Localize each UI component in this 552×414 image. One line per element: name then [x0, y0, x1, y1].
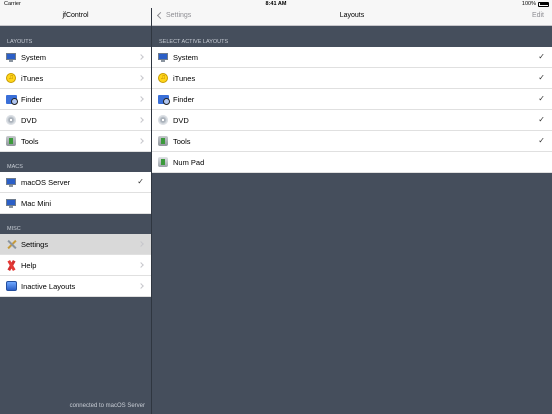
status-bar: Carrier 8:41 AM 100% — [0, 0, 552, 8]
sidebar-item-mac-mini[interactable]: Mac Mini — [0, 193, 151, 214]
layout-row-label: Finder — [173, 94, 195, 104]
checkmark-icon: ✓ — [538, 115, 545, 124]
status-time: 8:41 AM — [265, 1, 287, 7]
sidebar-item-settings[interactable]: Settings — [0, 234, 151, 255]
section-header-select-active-layouts: SELECT ACTIVE LAYOUTS — [159, 39, 229, 45]
layout-row-label: DVD — [173, 115, 189, 125]
checkmark-icon: ✓ — [538, 73, 545, 82]
section-header-macs: MACS — [7, 164, 23, 170]
sidebar-item-dvd[interactable]: DVD — [0, 110, 151, 131]
layout-row-tools[interactable]: Tools ✓ — [152, 131, 552, 152]
help-icon — [5, 259, 17, 271]
finder-icon — [5, 93, 18, 105]
dvd-icon — [5, 114, 17, 126]
layout-row-label: Num Pad — [173, 157, 205, 167]
layout-row-finder[interactable]: Finder ✓ — [152, 89, 552, 110]
itunes-icon: ♫ — [5, 72, 17, 84]
sidebar-item-label: Finder — [21, 94, 43, 104]
sidebar-item-label: macOS Server — [21, 177, 71, 187]
layout-row-label: iTunes — [173, 73, 196, 83]
tools-icon — [157, 135, 169, 147]
finder-icon — [157, 93, 170, 105]
layout-row-label: Tools — [173, 136, 191, 146]
settings-icon — [5, 238, 17, 250]
right-navbar: Settings Layouts Edit — [152, 8, 552, 26]
layout-row-label: System — [173, 52, 199, 62]
main-content: SELECT ACTIVE LAYOUTS System ✓ ♫ iTunes … — [152, 27, 552, 414]
sidebar-item-label: Mac Mini — [21, 198, 52, 208]
app-title: jfControl — [62, 12, 89, 19]
monitor-icon — [5, 197, 17, 209]
sidebar-item-label: iTunes — [21, 73, 44, 83]
sidebar-item-macos-server[interactable]: macOS Server ✓ — [0, 172, 151, 193]
sidebar-item-label: Settings — [21, 239, 49, 249]
checkmark-icon: ✓ — [538, 94, 545, 103]
left-navbar: jfControl — [0, 8, 151, 26]
connection-status: connected to macOS Server — [69, 403, 145, 409]
sidebar-item-label: DVD — [21, 115, 37, 125]
layout-row-system[interactable]: System ✓ — [152, 47, 552, 68]
tools-icon — [5, 135, 17, 147]
battery-icon — [538, 1, 549, 7]
sidebar-item-label: System — [21, 52, 47, 62]
checkmark-icon: ✓ — [538, 136, 545, 145]
dvd-icon — [157, 114, 169, 126]
sidebar: LAYOUTS System ♫ iTunes Finder DVD Tools… — [0, 27, 151, 414]
layout-row-num-pad[interactable]: Num Pad — [152, 152, 552, 173]
inactive-layouts-icon — [5, 280, 17, 292]
monitor-icon — [5, 176, 17, 188]
section-header-misc: MISC — [7, 226, 21, 232]
sidebar-item-help[interactable]: Help — [0, 255, 151, 276]
sidebar-item-system[interactable]: System — [0, 47, 151, 68]
monitor-icon — [157, 51, 169, 63]
numpad-icon — [157, 156, 169, 168]
monitor-icon — [5, 51, 17, 63]
sidebar-item-tools[interactable]: Tools — [0, 131, 151, 152]
sidebar-item-inactive-layouts[interactable]: Inactive Layouts — [0, 276, 151, 297]
sidebar-item-itunes[interactable]: ♫ iTunes — [0, 68, 151, 89]
battery-percent: 100% — [521, 1, 536, 7]
edit-button[interactable]: Edit — [532, 12, 544, 19]
sidebar-item-label: Help — [21, 260, 37, 270]
itunes-icon: ♫ — [157, 72, 169, 84]
layout-row-dvd[interactable]: DVD ✓ — [152, 110, 552, 131]
sidebar-item-label: Tools — [21, 136, 39, 146]
page-title: Layouts — [339, 12, 365, 19]
sidebar-item-finder[interactable]: Finder — [0, 89, 151, 110]
layout-row-itunes[interactable]: ♫ iTunes ✓ — [152, 68, 552, 89]
section-header-layouts: LAYOUTS — [7, 39, 33, 45]
checkmark-icon: ✓ — [137, 177, 144, 186]
checkmark-icon: ✓ — [538, 52, 545, 61]
sidebar-item-label: Inactive Layouts — [21, 281, 76, 291]
